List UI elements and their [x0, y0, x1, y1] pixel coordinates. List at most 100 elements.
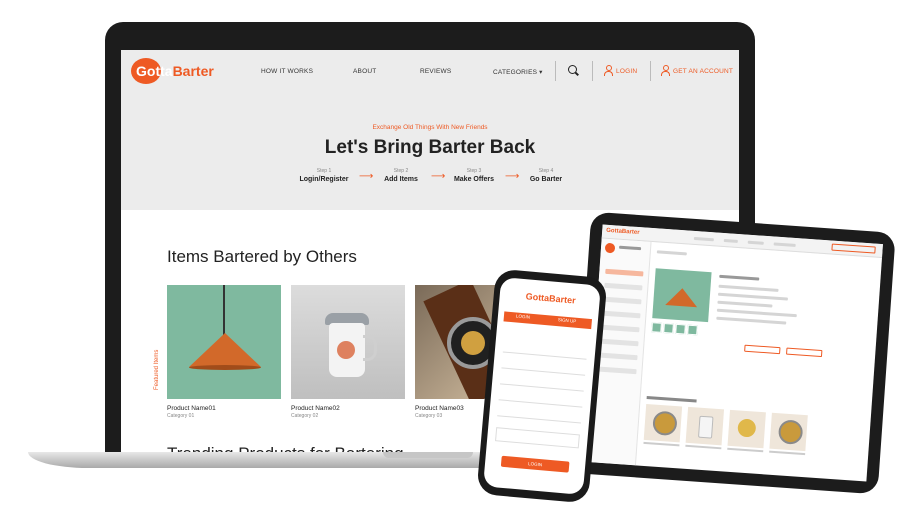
phone-tab-login[interactable]: LOGIN [516, 313, 530, 319]
step-number: Step 1 [316, 168, 332, 174]
step-label: Add Items [384, 176, 418, 183]
tablet-thumbnail[interactable] [663, 323, 674, 334]
phone-input-field[interactable] [497, 407, 582, 424]
tablet-thumbnail[interactable] [651, 322, 662, 333]
step-label: Make Offers [453, 176, 495, 183]
lamp-shade [665, 287, 699, 308]
nav-categories[interactable]: CATEGORIES ▾ [493, 68, 543, 76]
sidebar-item[interactable] [598, 366, 637, 375]
sidebar-item[interactable] [600, 338, 639, 347]
nav-get-account[interactable]: GET AN ACCOUNT [673, 68, 733, 75]
avatar[interactable] [604, 242, 616, 254]
product-card-image[interactable] [167, 285, 281, 399]
logo-text: GottaBarter [136, 63, 214, 79]
sidebar-item[interactable] [605, 268, 644, 277]
stein-handle [363, 335, 377, 361]
nav-divider [650, 61, 651, 81]
product-name[interactable]: Product Name02 [291, 405, 340, 412]
tablet-grid-label [769, 450, 806, 456]
tablet-detail-line [718, 284, 779, 292]
laptop-notch [383, 452, 473, 458]
phone-frame: GottaBarter LOGIN SIGN UP LOGIN [476, 268, 608, 504]
step-number: Step 3 [466, 168, 482, 174]
nav-how-it-works[interactable]: HOW IT WORKS [261, 68, 313, 75]
tablet-detail-line [717, 300, 773, 308]
logo-text-part1: Gotta [136, 63, 173, 79]
nav-login[interactable]: LOGIN [616, 68, 637, 75]
tablet-grid-item[interactable] [769, 412, 808, 452]
search-icon[interactable] [568, 65, 577, 74]
phone-captcha[interactable] [495, 427, 580, 449]
tablet-breadcrumb [656, 250, 687, 256]
step-4: Step 4 Go Barter [506, 168, 586, 183]
tablet-nav-item[interactable] [693, 236, 714, 242]
tablet-detail-line [716, 316, 787, 325]
step-label: Login/Register [299, 176, 349, 183]
step-label: Go Barter [529, 176, 563, 183]
tablet-action-button[interactable] [786, 347, 823, 358]
product-category: Category 02 [291, 413, 319, 419]
tablet-grid-label [727, 447, 764, 453]
sidebar-item[interactable] [604, 282, 643, 291]
product-card-image[interactable] [291, 285, 405, 399]
product-name[interactable]: Product Name01 [167, 405, 216, 412]
phone-logo-part1: Gotta [525, 291, 550, 304]
tablet-frame: GottaBarter [573, 211, 896, 495]
tablet-grid-label [643, 441, 680, 447]
nav-about[interactable]: ABOUT [353, 68, 376, 75]
tablet-product-title [719, 274, 760, 281]
tablet-nav-item[interactable] [747, 240, 764, 245]
tablet-nav-item[interactable] [773, 242, 796, 247]
phone-input-field[interactable] [501, 359, 586, 376]
sidebar-item[interactable] [599, 352, 638, 361]
product-category: Category 03 [415, 413, 443, 419]
phone-logo-part2: Barter [548, 293, 577, 306]
step-number: Step 4 [538, 168, 554, 174]
product-category: Category 01 [167, 413, 195, 419]
top-nav: GottaBarter HOW IT WORKS ABOUT REVIEWS C… [121, 56, 739, 86]
tablet-logo-part2: Barter [621, 228, 640, 237]
nav-reviews[interactable]: REVIEWS [420, 68, 451, 75]
phone-tab-signup[interactable]: SIGN UP [558, 317, 577, 324]
phone-logo[interactable]: GottaBarter [525, 291, 576, 305]
phone-input-field[interactable] [498, 391, 584, 408]
tablet-thumbnail[interactable] [675, 323, 686, 335]
tablet-detail-line [716, 308, 797, 318]
sidebar-item[interactable] [601, 324, 640, 333]
step-3: Step 3 Make Offers [434, 168, 514, 183]
tablet-logo[interactable]: GottaBarter [606, 228, 640, 236]
phone-login-button[interactable]: LOGIN [500, 455, 570, 473]
tablet-user-name [618, 245, 642, 251]
user-icon [604, 65, 613, 76]
tablet-section-title [646, 395, 697, 403]
tablet-grid-item[interactable] [685, 406, 725, 446]
tablet-grid-item[interactable] [727, 409, 766, 449]
tablet-product-image[interactable] [652, 268, 712, 323]
tablet-grid-label [685, 444, 722, 450]
hero-tagline: Exchange Old Things With New Friends [372, 124, 488, 131]
tablet-logo-part1: Gotta [606, 227, 623, 235]
phone-input-field[interactable] [502, 343, 588, 360]
step-2: Step 2 Add Items [361, 168, 441, 183]
tablet-action-button[interactable] [744, 344, 781, 355]
logo-text-part2: Barter [172, 63, 214, 79]
step-1: Step 1 Login/Register [284, 168, 364, 183]
add-user-icon [661, 65, 670, 76]
sidebar-item[interactable] [603, 296, 642, 305]
tablet-grid-item[interactable] [643, 403, 683, 443]
step-number: Step 2 [393, 168, 409, 174]
phone-screen: GottaBarter LOGIN SIGN UP LOGIN [483, 277, 601, 495]
sidebar-item[interactable] [602, 310, 641, 319]
stein-decor [337, 341, 355, 359]
product-name[interactable]: Product Name03 [415, 405, 464, 412]
hero-headline: Let's Bring Barter Back [324, 137, 536, 158]
phone-form-title [505, 330, 589, 337]
tablet-account-button[interactable] [831, 243, 876, 254]
tablet-thumbnail[interactable] [687, 324, 698, 336]
phone-input-field[interactable] [499, 375, 585, 392]
nav-divider [555, 61, 556, 81]
tablet-detail-line [717, 292, 788, 301]
hero-section: GottaBarter HOW IT WORKS ABOUT REVIEWS C… [121, 50, 739, 210]
lamp-shade [189, 333, 261, 367]
tablet-nav-item[interactable] [723, 238, 738, 243]
